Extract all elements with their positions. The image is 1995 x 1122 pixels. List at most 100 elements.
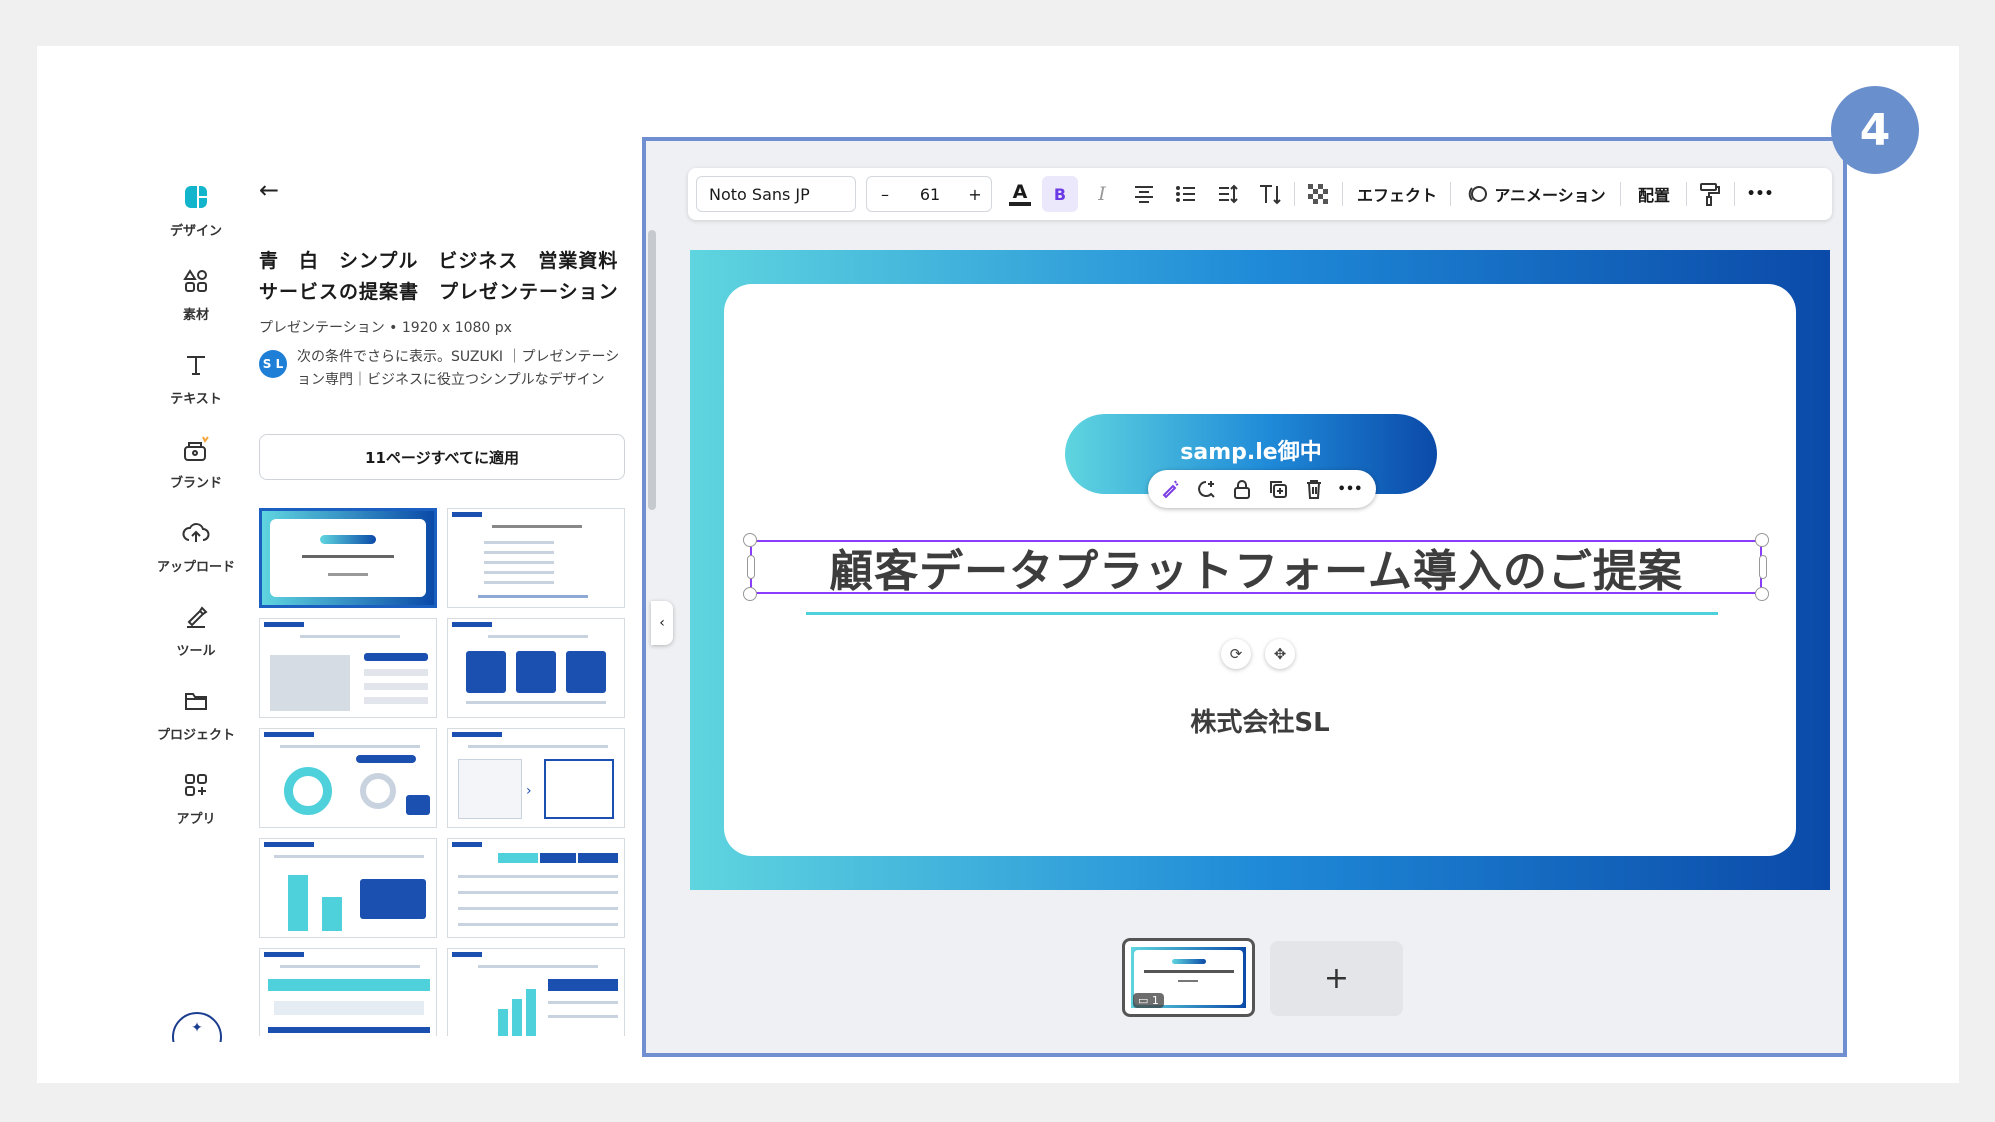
animate-label: アニメーション	[1494, 186, 1606, 205]
spacing-button[interactable]	[1210, 168, 1246, 220]
element-quick-toolbar: •••	[1148, 470, 1376, 508]
more-options-button[interactable]: •••	[1742, 168, 1778, 220]
template-page-thumb[interactable]	[447, 948, 625, 1036]
font-size-input[interactable]: 61	[903, 177, 957, 211]
template-page-thumb[interactable]	[447, 508, 625, 608]
comment-add-icon	[1198, 481, 1215, 498]
animate-button[interactable]: アニメーション	[1456, 168, 1616, 220]
toolbar-separator	[1620, 182, 1621, 206]
template-page-thumb[interactable]	[447, 838, 625, 938]
title-underline	[806, 612, 1718, 615]
template-page-thumb[interactable]	[259, 508, 437, 608]
magic-pencil-icon	[1162, 480, 1179, 499]
template-page-thumb[interactable]	[259, 838, 437, 938]
slide-card: samp.le御中 ••• 顧客データプラットフォーム導入のご提案 ⟳ ✥ 株式…	[724, 284, 1796, 856]
resize-handle[interactable]	[1755, 533, 1769, 547]
rail-projects[interactable]: プロジェクト	[150, 684, 242, 743]
template-page-thumb[interactable]	[259, 618, 437, 718]
bold-button[interactable]: B	[1042, 176, 1078, 212]
text-toolbar: Noto Sans JP – 61 + A B I エフェクト アニメーション …	[688, 168, 1832, 220]
rail-label: ブランド	[169, 476, 222, 491]
collapse-panel-button[interactable]: ‹	[651, 601, 673, 645]
resize-handle[interactable]	[1755, 587, 1769, 601]
transparency-icon	[1308, 184, 1328, 204]
slide-title-textbox[interactable]: 顧客データプラットフォーム導入のご提案	[750, 540, 1762, 597]
page-number-badge: ▭ 1	[1133, 993, 1164, 1008]
template-page-thumb[interactable]: ›	[447, 728, 625, 828]
toolbar-separator	[1342, 182, 1343, 206]
rail-label: プロジェクト	[156, 728, 235, 743]
position-button[interactable]: 配置	[1626, 168, 1682, 220]
magic-button[interactable]: ✦	[172, 1012, 222, 1042]
template-title: 青 白 シンプル ビジネス 営業資料 サービスの提案書 プレゼンテーション	[259, 250, 627, 303]
font-size-control: – 61 +	[866, 176, 992, 212]
align-center-icon	[1135, 186, 1153, 203]
vertical-text-button[interactable]	[1252, 168, 1288, 220]
rail-tools[interactable]: ツール	[150, 600, 242, 659]
rotate-handle[interactable]: ⟳	[1221, 639, 1251, 669]
size-increase-button[interactable]: +	[957, 177, 993, 211]
toolbar-separator	[1686, 182, 1687, 206]
effects-button[interactable]: エフェクト	[1348, 168, 1446, 220]
rail-brand[interactable]: ブランド	[150, 432, 242, 491]
slide-canvas[interactable]: samp.le御中 ••• 顧客データプラットフォーム導入のご提案 ⟳ ✥ 株式…	[690, 250, 1830, 890]
duplicate-button[interactable]	[1260, 470, 1296, 508]
rail-elements[interactable]: 素材	[150, 264, 242, 323]
template-page-thumb[interactable]	[447, 618, 625, 718]
transparency-button[interactable]	[1300, 168, 1336, 220]
rail-apps[interactable]: アプリ	[150, 768, 242, 827]
rail-text[interactable]: テキスト	[150, 348, 242, 407]
template-page-thumb[interactable]	[259, 948, 437, 1036]
delete-button[interactable]	[1296, 470, 1332, 508]
trash-icon	[1307, 480, 1321, 499]
text-color-glyph: A	[1012, 181, 1028, 203]
bullet-list-icon	[1176, 186, 1195, 202]
toolbar-separator	[1294, 182, 1295, 206]
step-number-badge: 4	[1831, 86, 1919, 174]
resize-handle-side[interactable]	[747, 555, 755, 579]
toolbar-separator	[1734, 182, 1735, 206]
comment-icon: ▭	[1138, 994, 1152, 1007]
rail-label: テキスト	[170, 392, 222, 407]
back-arrow-icon[interactable]: ←	[259, 176, 279, 204]
apps-icon	[179, 768, 213, 802]
page-number: 1	[1151, 994, 1159, 1007]
move-handle[interactable]: ✥	[1265, 639, 1295, 669]
author-text: 次の条件でさらに表示。SUZUKI ｜プレゼンテーション専門｜ビジネスに役立つシ…	[297, 349, 620, 388]
add-page-button[interactable]: +	[1270, 941, 1403, 1016]
template-panel: ← 青 白 シンプル ビジネス 営業資料 サービスの提案書 プレゼンテーション …	[255, 170, 627, 1036]
rail-upload[interactable]: アップロード	[150, 516, 242, 575]
template-meta: プレゼンテーション • 1920 x 1080 px	[259, 320, 512, 336]
resize-handle-side[interactable]	[1759, 555, 1767, 579]
sparkle-icon: ✦	[172, 1012, 222, 1042]
lock-button[interactable]	[1224, 470, 1260, 508]
comment-button[interactable]	[1188, 470, 1224, 508]
magic-edit-button[interactable]	[1152, 470, 1188, 508]
animation-icon	[1469, 186, 1488, 202]
brand-icon	[179, 432, 213, 466]
rotate-icon: ⟳	[1229, 645, 1243, 663]
template-page-thumb[interactable]	[259, 728, 437, 828]
italic-button[interactable]: I	[1084, 168, 1120, 220]
move-icon: ✥	[1273, 645, 1287, 663]
duplicate-icon	[1270, 481, 1287, 498]
page-thumbnail[interactable]: ▭ 1	[1122, 938, 1255, 1017]
more-icon[interactable]: •••	[1332, 470, 1368, 508]
lock-icon	[1234, 480, 1250, 499]
panel-scrollbar[interactable]	[648, 230, 656, 510]
resize-handle[interactable]	[743, 533, 757, 547]
company-name[interactable]: 株式会社SL	[724, 702, 1796, 739]
apply-all-pages-button[interactable]: 11ページすべてに適用	[259, 434, 625, 480]
copy-style-button[interactable]	[1692, 168, 1728, 220]
font-family-select[interactable]: Noto Sans JP	[696, 176, 856, 212]
align-center-button[interactable]	[1126, 168, 1162, 220]
text-icon	[179, 348, 213, 382]
text-color-button[interactable]: A	[1002, 168, 1038, 220]
rail-label: デザイン	[169, 224, 222, 239]
resize-handle[interactable]	[743, 587, 757, 601]
list-button[interactable]	[1168, 168, 1204, 220]
size-decrease-button[interactable]: –	[867, 177, 903, 211]
rail-design[interactable]: デザイン	[150, 180, 242, 239]
elements-icon	[179, 264, 213, 298]
paint-roller-icon	[1700, 183, 1720, 206]
